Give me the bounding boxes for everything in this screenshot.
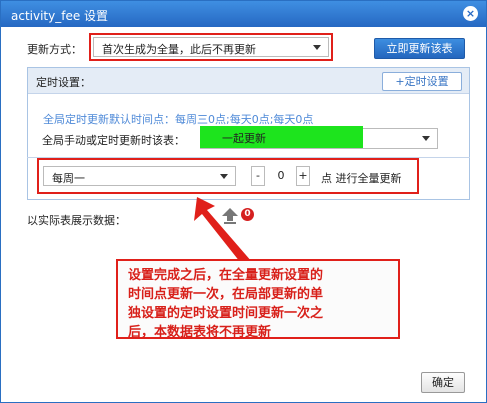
annotation-line: 后，本数据表将不再更新 [128,325,272,340]
annotation-callout: 设置完成之后，在全量更新设置的 时间点更新一次，在局部更新的单 独设置的定时设置… [116,259,400,340]
annotation-line: 时间点更新一次，在局部更新的单 [128,287,324,302]
annotation-line: 独设置的定时设置时间更新一次之 [128,306,324,321]
settings-dialog: activity_fee 设置 × 更新方式： 首次生成为全量，此后不再更新 立… [0,0,487,403]
annotation-arrow [194,197,252,267]
ok-button[interactable]: 确定 [421,372,465,393]
annotation-line: 设置完成之后，在全量更新设置的 [128,268,324,283]
